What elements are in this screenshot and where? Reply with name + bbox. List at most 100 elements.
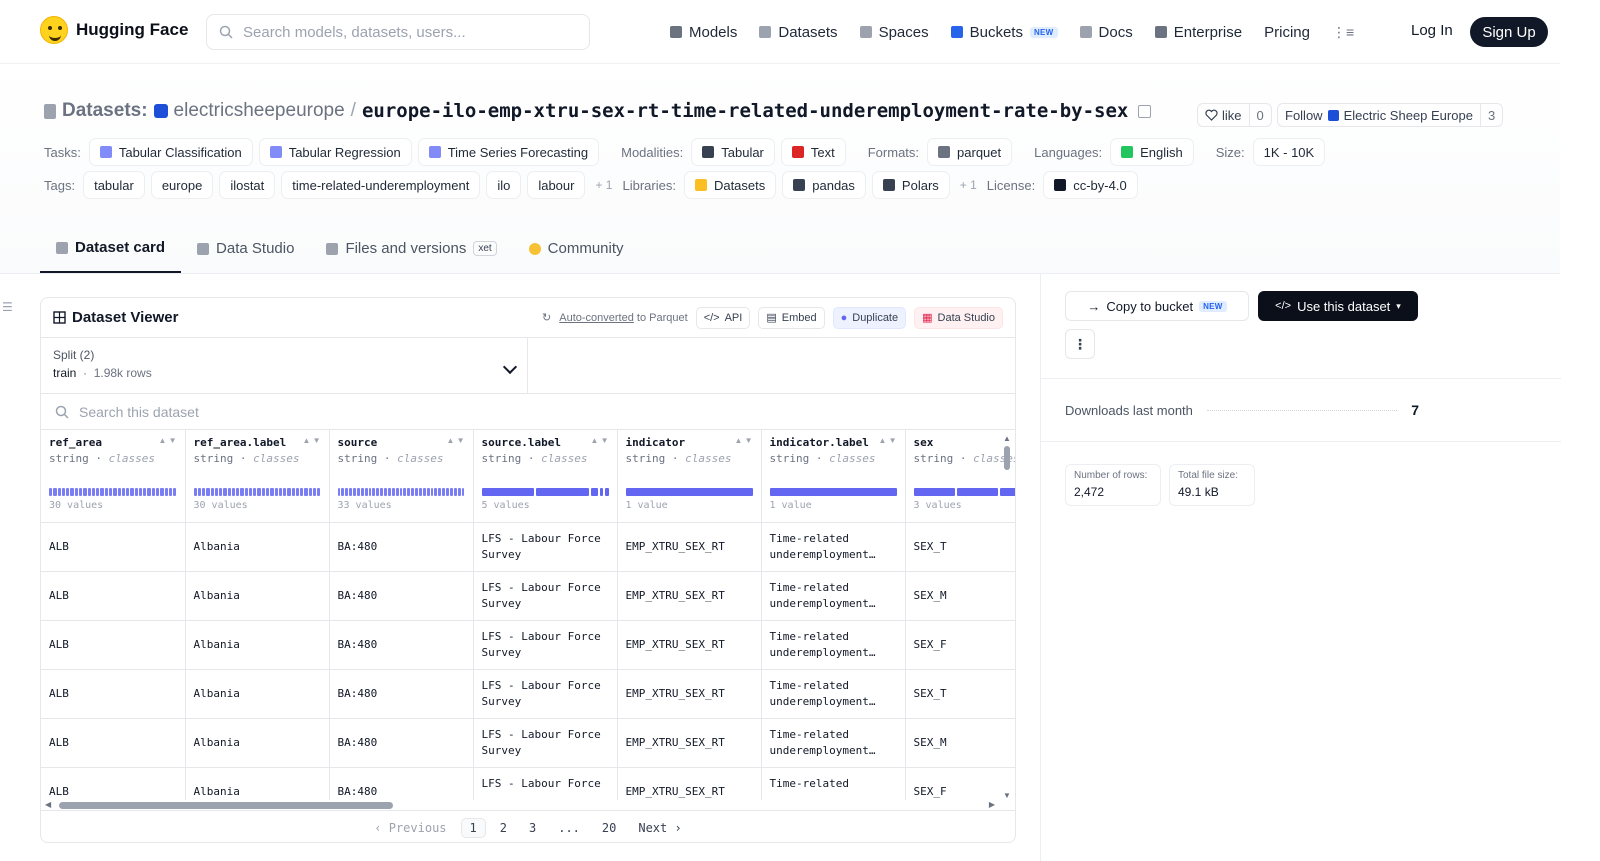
tab-dataset-card[interactable]: Dataset card [40,224,182,273]
table-cell[interactable]: LFS - Labour Force Survey [473,571,618,621]
histogram-bar[interactable] [147,488,151,496]
histogram-bar[interactable] [270,488,274,496]
histogram-bar[interactable] [160,488,164,496]
histogram-bar[interactable] [956,488,998,496]
table-cell[interactable]: BA:480 [329,522,474,572]
histogram-bar[interactable] [266,488,270,496]
nav-item-docs[interactable]: Docs [1079,24,1133,41]
histogram-bar[interactable] [134,488,138,496]
histogram-bar[interactable] [387,488,391,496]
tab-community[interactable]: Community [513,224,640,273]
license-chip[interactable]: cc-by-4.0 [1043,171,1138,199]
table-cell[interactable]: BA:480 [329,620,474,670]
table-cell[interactable]: BA:480 [329,571,474,621]
api-button[interactable]: </> API [695,306,751,329]
histogram-bar[interactable] [231,488,236,496]
histogram-bar[interactable] [240,488,244,496]
histogram-bar[interactable] [197,488,202,496]
embed-button[interactable]: ▤ Embed [758,306,825,329]
histogram-bar[interactable] [345,488,349,496]
histogram-bar[interactable] [156,488,160,496]
histogram-bar[interactable] [317,488,321,496]
table-cell[interactable]: EMP_XTRU_SEX_RT [617,669,762,719]
tag-chip[interactable]: ilostat [219,171,276,199]
table-cell[interactable]: ALB [41,620,186,670]
sort-icon[interactable]: ▲ ▼ [878,437,896,445]
histogram-bar[interactable] [295,488,300,496]
copy-to-bucket-button[interactable]: → Copy to bucket NEW [1065,291,1249,321]
histogram-bar[interactable] [449,488,453,496]
library-chip[interactable]: Datasets [683,171,777,199]
histogram-bar[interactable] [356,488,360,496]
sort-icon[interactable]: ▲ ▼ [734,437,752,445]
histogram-bar[interactable] [130,488,134,496]
table-row[interactable]: ALB Albania BA:480 LFS - Labour Force EMP_XT… [41,767,1015,800]
format-chip[interactable]: parquet [927,138,1013,166]
histogram-bar[interactable] [391,488,395,496]
histogram-bar[interactable] [368,488,372,496]
histogram-bar[interactable] [219,488,223,496]
table-cell[interactable]: EMP_XTRU_SEX_RT [617,767,762,800]
nav-item-buckets[interactable]: Buckets NEW [950,24,1058,41]
table-cell[interactable]: SEX_M [905,718,1015,768]
histogram-bar[interactable] [151,488,156,496]
histogram-bar[interactable] [349,488,352,496]
more-libraries-link[interactable]: + 1 [960,178,977,192]
histogram-bar[interactable] [173,488,177,496]
table-cell[interactable]: LFS - Labour Force Survey [473,522,618,572]
like-button[interactable]: like 0 [1197,103,1272,127]
more-menu-icon[interactable]: ⋮≡ [1332,24,1354,41]
follow-button[interactable]: Follow Electric Sheep Europe 3 [1277,103,1504,127]
table-cell[interactable]: ALB [41,571,186,621]
nav-item-datasets[interactable]: Datasets [759,24,838,41]
table-cell[interactable]: BA:480 [329,669,474,719]
histogram-bar[interactable] [422,488,426,496]
column-header-source-label[interactable]: source.label string · classes ▲ ▼ 5 values [473,430,618,523]
histogram-bar[interactable] [453,488,457,496]
histogram-bar[interactable] [384,488,387,496]
tag-chip[interactable]: europe [150,171,214,199]
histogram-bar[interactable] [206,488,210,496]
histogram-bar[interactable] [164,488,168,496]
histogram-bar[interactable] [913,488,955,496]
histogram-bar[interactable] [126,488,130,496]
histogram-bar[interactable] [143,488,147,496]
table-cell[interactable]: LFS - Labour Force Survey [473,669,618,719]
tab-data-studio[interactable]: Data Studio [181,224,310,273]
histogram-bar[interactable] [481,488,535,496]
histogram-bar[interactable] [202,488,206,496]
signup-button[interactable]: Sign Up [1470,17,1548,47]
column-header-ref_area-label[interactable]: ref_area.label string · classes ▲ ▼ 30 valu… [185,430,330,523]
sort-icon[interactable]: ▲ ▼ [302,437,320,445]
table-row[interactable]: ALB Albania BA:480 LFS - Labour Force Surve… [41,669,1015,719]
library-chip[interactable]: pandas [782,171,866,199]
histogram-bar[interactable] [66,488,70,496]
brand-logo[interactable]: Hugging Face [40,16,188,44]
column-header-indicator[interactable]: indicator string · classes ▲ ▼ 1 value [617,430,762,523]
histogram-bar[interactable] [49,488,53,496]
histogram-bar[interactable] [278,488,283,496]
task-chip[interactable]: Time Series Forecasting [417,138,600,166]
table-cell[interactable]: EMP_XTRU_SEX_RT [617,620,762,670]
table-row[interactable]: ALB Albania BA:480 LFS - Labour Force Surve… [41,571,1015,621]
histogram-bar[interactable] [53,488,57,496]
histogram-bar[interactable] [193,488,197,496]
column-header-ref_area[interactable]: ref_area string · classes ▲ ▼ 30 values [41,430,186,523]
task-chip[interactable]: Tabular Classification [88,138,253,166]
histogram-bar[interactable] [769,488,897,496]
login-link[interactable]: Log In [1411,22,1453,39]
nav-item-models[interactable]: Models [670,24,737,41]
table-cell[interactable]: LFS - Labour Force Survey [473,718,618,768]
page-20[interactable]: 20 [594,819,624,837]
histogram-bar[interactable] [83,488,87,496]
scroll-up-icon[interactable]: ▲ [1003,434,1011,443]
modality-chip[interactable]: Text [780,138,846,166]
histogram-bar[interactable] [78,488,83,496]
tag-chip[interactable]: ilo [486,171,522,199]
nav-item-pricing[interactable]: Pricing [1264,24,1310,41]
table-cell[interactable]: SEX_M [905,571,1015,621]
library-chip[interactable]: Polars [871,171,950,199]
histogram-bar[interactable] [457,488,461,496]
horizontal-scrollbar[interactable]: ◀ ▶ [41,800,1015,810]
scroll-right-icon[interactable]: ▶ [989,800,995,809]
